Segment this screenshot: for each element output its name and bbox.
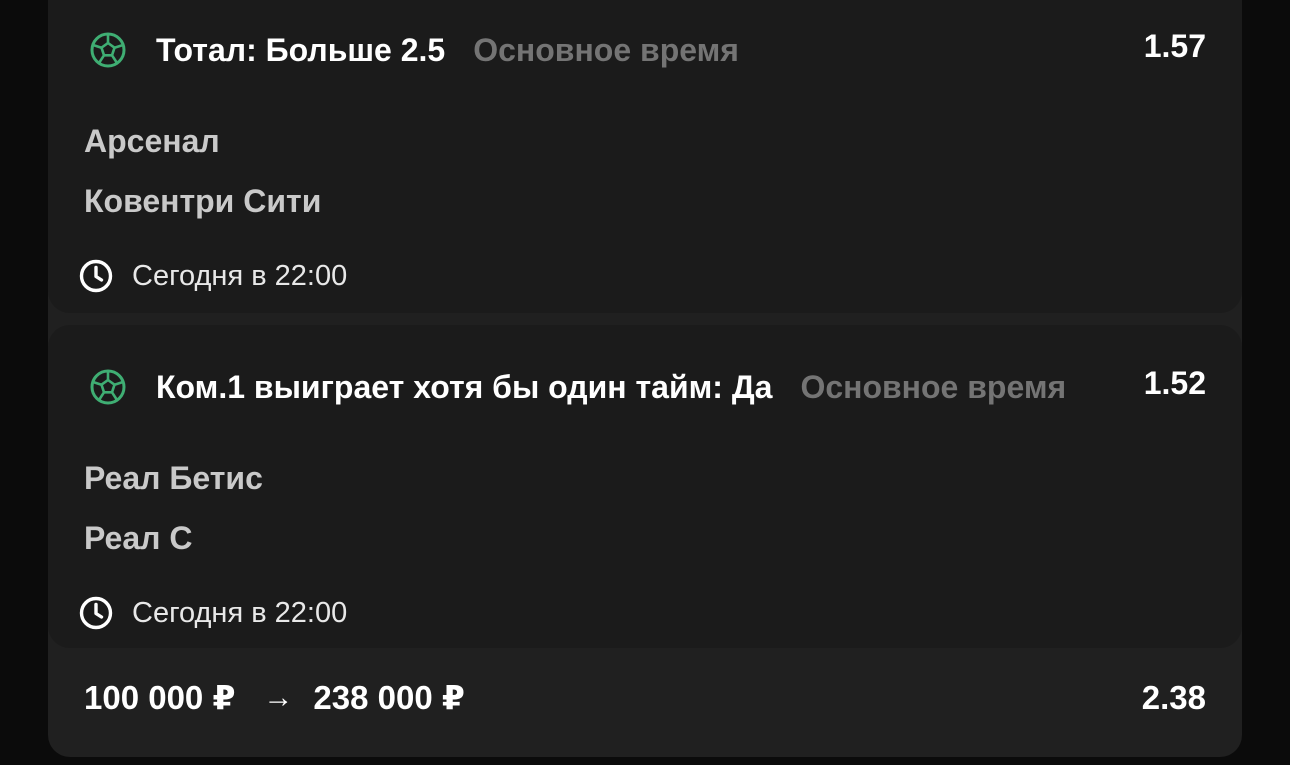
bet-summary: 100 000 ₽ → 238 000 ₽ 2.38: [84, 678, 1206, 717]
bet-card[interactable]: Ком.1 выиграет хотя бы один тайм: Да Осн…: [48, 325, 1242, 648]
team-away: Ковентри Сити: [84, 183, 322, 219]
market-row: Ком.1 выиграет хотя бы один тайм: Да Осн…: [88, 367, 1206, 407]
soccer-ball-icon: [88, 30, 128, 70]
market-period: Основное время: [800, 368, 1067, 405]
bet-card[interactable]: Тотал: Больше 2.5 Основное время 1.57 Ар…: [48, 0, 1242, 313]
event-time-text: Сегодня в 22:00: [132, 259, 348, 292]
bet-odd: 1.52: [1143, 365, 1206, 401]
soccer-ball-icon: [88, 367, 128, 407]
stake-amount: 100 000 ₽: [84, 679, 236, 716]
clock-icon: [78, 258, 114, 294]
team-home: Арсенал: [84, 123, 220, 159]
clock-icon: [78, 595, 114, 631]
bet-slip: Тотал: Больше 2.5 Основное время 1.57 Ар…: [48, 0, 1242, 757]
market-name: Тотал: Больше 2.5: [156, 31, 446, 68]
market-name: Ком.1 выиграет хотя бы один тайм: Да: [156, 368, 773, 405]
team-home: Реал Бетис: [84, 460, 263, 496]
market-period: Основное время: [473, 31, 739, 68]
total-odd: 2.38: [1141, 678, 1206, 716]
bet-odd: 1.57: [1143, 28, 1206, 64]
payout-amount: 238 000 ₽: [313, 679, 465, 716]
team-away: Реал С: [84, 520, 193, 556]
market-row: Тотал: Больше 2.5 Основное время: [88, 30, 1206, 70]
event-time-text: Сегодня в 22:00: [132, 596, 348, 629]
event-time: Сегодня в 22:00: [78, 595, 347, 631]
arrow-right-icon: →: [263, 680, 294, 714]
event-time: Сегодня в 22:00: [78, 258, 347, 294]
